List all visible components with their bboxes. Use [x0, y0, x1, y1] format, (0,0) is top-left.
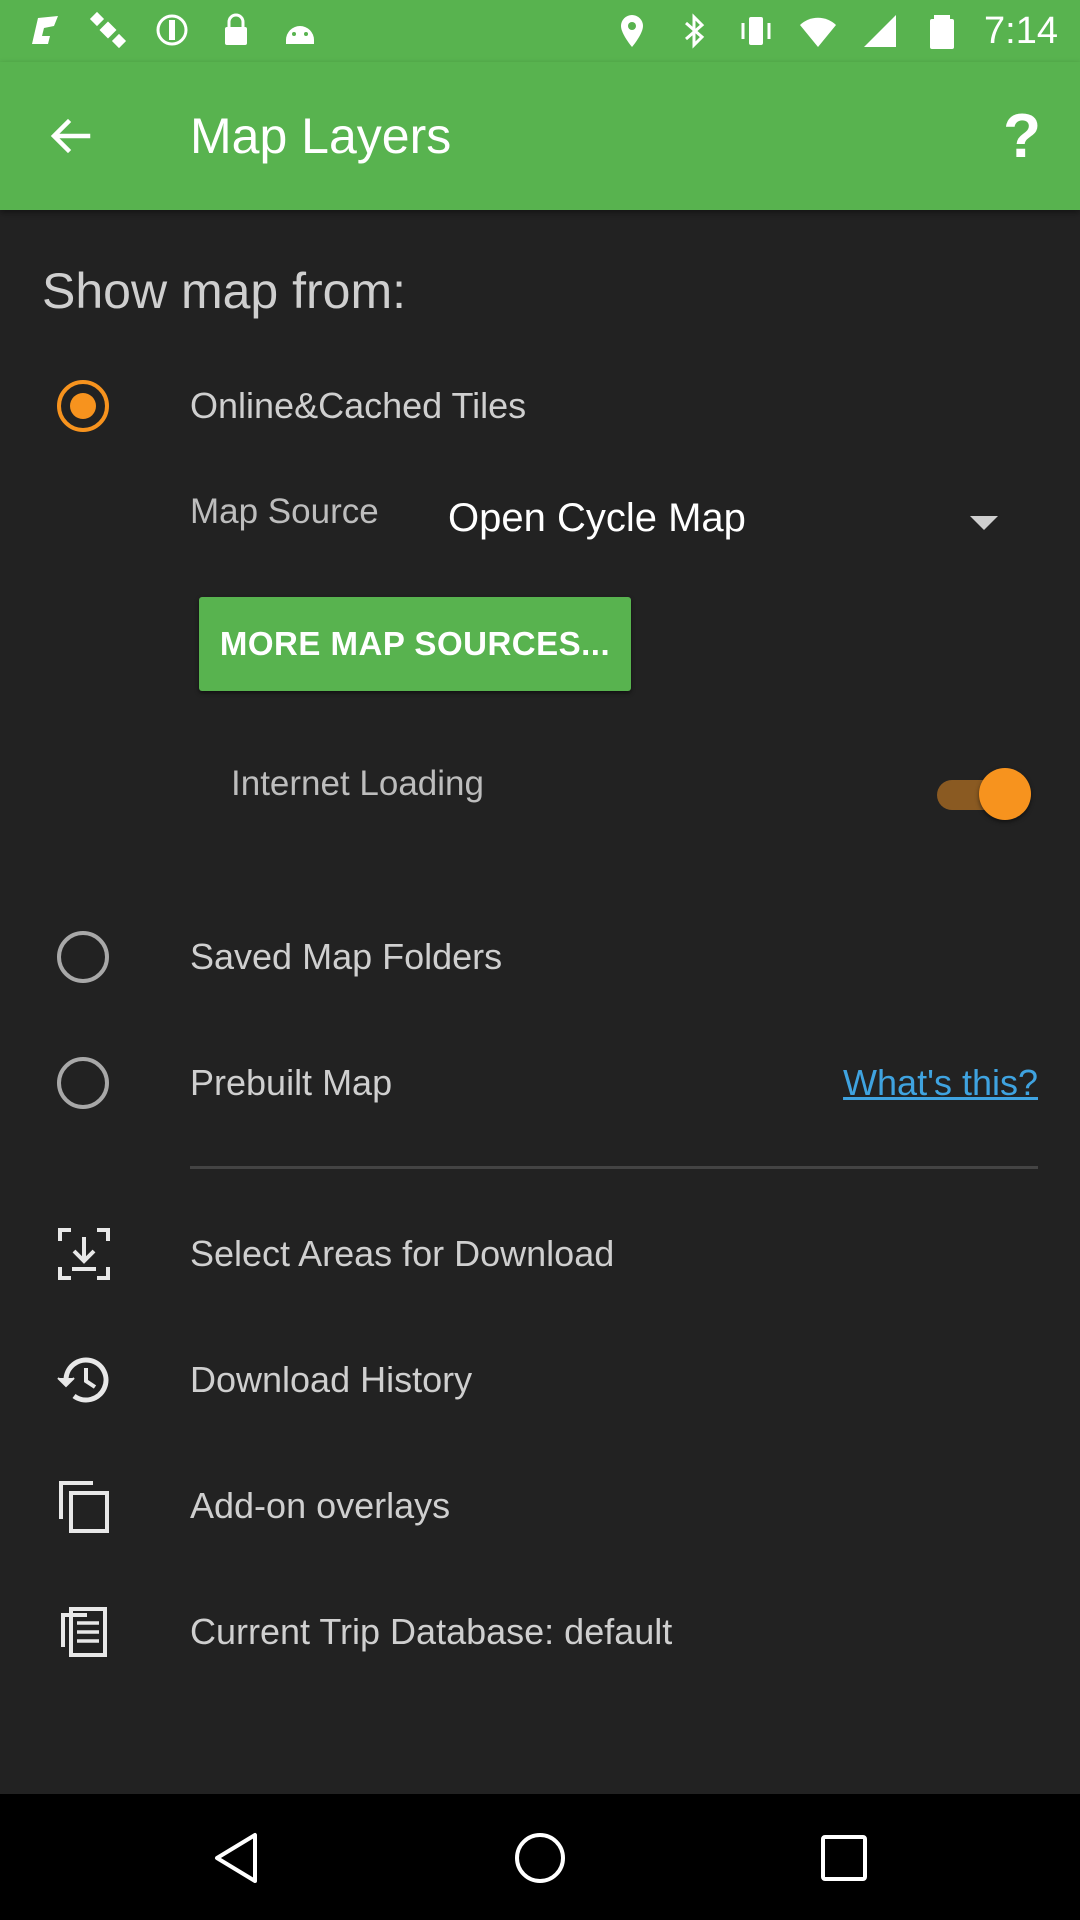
- lock-icon: [216, 10, 256, 50]
- back-arrow-icon[interactable]: [40, 106, 100, 166]
- status-time: 7:14: [984, 10, 1058, 52]
- add-on-overlays-item[interactable]: Add-on overlays: [190, 1484, 450, 1528]
- chevron-down-icon: [970, 516, 998, 530]
- status-left-icons: [24, 10, 320, 50]
- satellite-icon: [88, 10, 128, 50]
- download-area-icon: [54, 1224, 114, 1284]
- more-map-sources-button[interactable]: MORE MAP SOURCES...: [199, 597, 631, 691]
- page-title: Map Layers: [190, 108, 452, 164]
- vibrate-icon: [736, 11, 776, 51]
- sync-icon: [152, 10, 192, 50]
- prebuilt-map-radio[interactable]: [57, 1057, 109, 1109]
- status-right-icons: 7:14: [612, 10, 1058, 52]
- saved-map-folders-label[interactable]: Saved Map Folders: [190, 935, 502, 979]
- section-title: Show map from:: [42, 263, 407, 319]
- database-icon: [54, 1602, 114, 1662]
- prebuilt-map-label[interactable]: Prebuilt Map: [190, 1061, 392, 1105]
- map-source-value: Open Cycle Map: [448, 496, 746, 540]
- saved-map-folders-radio[interactable]: [57, 931, 109, 983]
- help-button[interactable]: ?: [992, 102, 1052, 172]
- system-nav-bar: [0, 1794, 1080, 1920]
- whats-this-link[interactable]: What's this?: [843, 1062, 1038, 1104]
- fake-gps-icon: [24, 10, 64, 50]
- select-areas-download-item[interactable]: Select Areas for Download: [190, 1232, 614, 1276]
- map-source-dropdown[interactable]: Open Cycle Map: [448, 492, 1008, 552]
- online-cached-label[interactable]: Online&Cached Tiles: [190, 384, 526, 428]
- download-history-item[interactable]: Download History: [190, 1358, 472, 1402]
- home-nav-icon[interactable]: [510, 1828, 570, 1888]
- internet-loading-label: Internet Loading: [231, 764, 484, 803]
- bluetooth-icon: [674, 11, 714, 51]
- location-icon: [612, 11, 652, 51]
- current-trip-database-item[interactable]: Current Trip Database: default: [190, 1610, 672, 1654]
- map-source-label: Map Source: [190, 492, 379, 531]
- android-icon: [280, 10, 320, 50]
- divider: [190, 1166, 1038, 1169]
- battery-icon: [922, 11, 962, 51]
- status-bar: 7:14: [0, 0, 1080, 62]
- history-icon: [54, 1350, 114, 1410]
- wifi-icon: [798, 11, 838, 51]
- back-nav-icon[interactable]: [206, 1828, 266, 1888]
- layers-copy-icon: [54, 1476, 114, 1536]
- toggle-thumb: [979, 768, 1031, 820]
- online-cached-radio[interactable]: [57, 380, 109, 432]
- internet-loading-toggle[interactable]: [937, 768, 1031, 820]
- recents-nav-icon[interactable]: [814, 1828, 874, 1888]
- cell-signal-icon: [860, 11, 900, 51]
- app-bar: Map Layers ?: [0, 62, 1080, 210]
